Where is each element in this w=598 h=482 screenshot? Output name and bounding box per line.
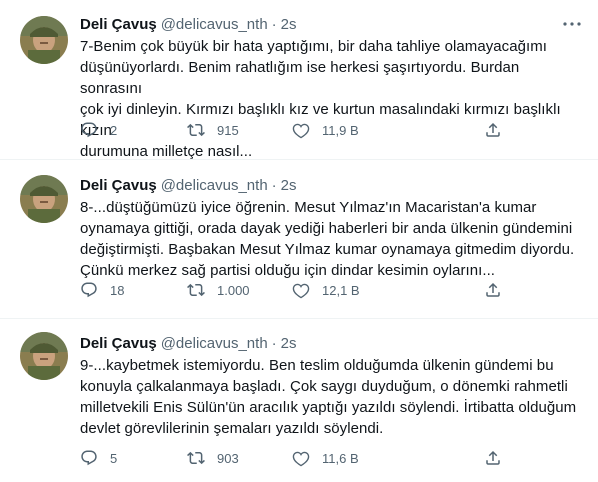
like-button[interactable]: 11,6 B <box>292 449 359 467</box>
share-button[interactable] <box>484 281 502 299</box>
like-count: 11,9 B <box>322 122 359 138</box>
tweet[interactable]: Deli Çavuş @delicavus_nth · 2s 7-Benim ç… <box>0 0 598 160</box>
reply-button[interactable]: 2 <box>80 121 117 139</box>
like-count: 12,1 B <box>322 282 360 298</box>
retweet-count: 903 <box>217 450 239 466</box>
reply-count: 5 <box>110 450 118 466</box>
share-icon <box>486 122 500 137</box>
tweet-actions: 18 1.000 12,1 B <box>80 280 582 300</box>
share-icon <box>486 282 500 297</box>
reply-icon <box>81 450 97 466</box>
avatar[interactable] <box>20 175 68 223</box>
avatar[interactable] <box>20 16 68 64</box>
retweet-button[interactable]: 903 <box>187 449 239 467</box>
tweet-feed: Deli Çavuş @delicavus_nth · 2s 7-Benim ç… <box>0 0 598 482</box>
avatar[interactable] <box>20 332 68 380</box>
heart-icon <box>292 451 310 467</box>
retweet-button[interactable]: 1.000 <box>187 281 250 299</box>
like-button[interactable]: 12,1 B <box>292 281 360 299</box>
heart-icon <box>292 123 310 139</box>
heart-icon <box>292 283 310 299</box>
retweet-button[interactable]: 915 <box>187 121 239 139</box>
retweet-icon <box>187 123 205 137</box>
like-count: 11,6 B <box>322 450 359 466</box>
reply-button[interactable]: 5 <box>80 449 117 467</box>
like-button[interactable]: 11,9 B <box>292 121 359 139</box>
reply-count: 2 <box>110 122 118 138</box>
tweet-actions: 5 903 11,6 B <box>80 448 582 468</box>
reply-button[interactable]: 18 <box>80 281 124 299</box>
retweet-count: 915 <box>217 122 239 138</box>
tweet[interactable]: Deli Çavuş @delicavus_nth · 2s 8-...düşt… <box>0 160 598 319</box>
retweet-count: 1.000 <box>217 282 250 298</box>
tweet-actions: 2 915 11,9 B <box>80 120 582 140</box>
tweet[interactable]: Deli Çavuş @delicavus_nth · 2s 9-...kayb… <box>0 319 598 482</box>
share-button[interactable] <box>484 449 502 467</box>
retweet-icon <box>187 451 205 465</box>
retweet-icon <box>187 283 205 297</box>
reply-count: 18 <box>110 282 125 298</box>
share-button[interactable] <box>484 121 502 139</box>
reply-icon <box>81 122 97 138</box>
reply-icon <box>81 282 97 298</box>
share-icon <box>486 450 500 465</box>
